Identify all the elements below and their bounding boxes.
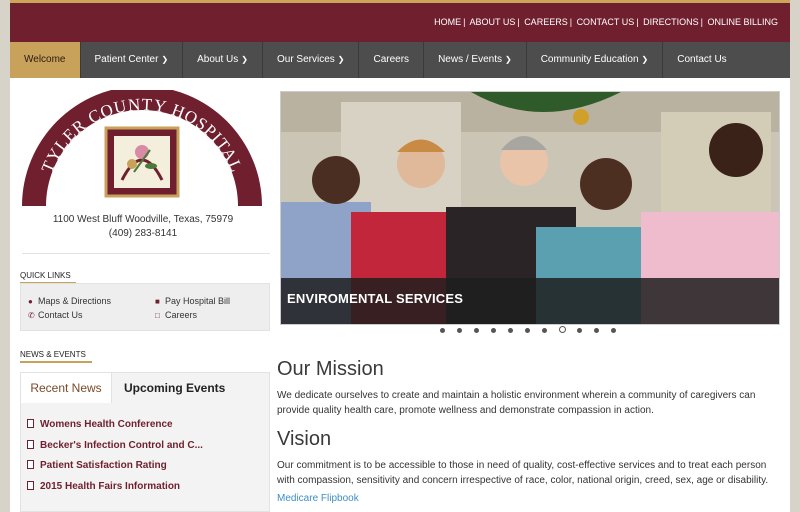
quick-link-pay-bill[interactable]: ■ Pay Hospital Bill	[155, 296, 230, 306]
chevron-down-icon: ❯	[504, 55, 512, 64]
nav-item-careers[interactable]: Careers	[359, 42, 425, 78]
mission-title: Our Mission	[277, 358, 384, 380]
map-pin-icon: ●	[28, 297, 33, 306]
news-item-label: Womens Health Conference	[40, 419, 173, 430]
credit-card-icon: ■	[155, 297, 160, 306]
slider-dot-active[interactable]	[559, 326, 566, 333]
document-icon	[27, 460, 34, 469]
nav-item-contact-us[interactable]: Contact Us	[663, 42, 740, 78]
quick-link-maps[interactable]: ● Maps & Directions	[28, 296, 111, 306]
chevron-down-icon: ❯	[241, 55, 248, 64]
slider-dot[interactable]	[491, 328, 496, 333]
nav-item-about-us[interactable]: About Us ❯	[183, 42, 263, 78]
document-icon	[27, 419, 34, 428]
mission-text: We dedicate ourselves to create and main…	[277, 390, 756, 416]
slider-dot[interactable]	[594, 328, 599, 333]
document-icon: □	[155, 311, 160, 320]
chevron-down-icon: ❯	[641, 55, 649, 64]
phone-number: (409) 283-8141	[108, 228, 178, 239]
nav-label: Patient Center	[94, 54, 159, 65]
nav-label: Careers	[373, 54, 410, 65]
separator: |	[463, 17, 466, 27]
separator: |	[517, 17, 520, 27]
hospital-logo[interactable]: TYLER COUNTY HOSPITAL	[22, 86, 262, 208]
top-link-careers[interactable]: CAREERS	[524, 17, 568, 27]
quick-link-careers[interactable]: □ Careers	[155, 310, 197, 320]
slide-caption-text: ENVIROMENTAL SERVICES	[287, 291, 464, 306]
document-icon	[27, 440, 34, 449]
top-link-online-billing[interactable]: ONLINE BILLING	[707, 17, 778, 27]
news-events-panel: Recent News Upcoming Events Womens Healt…	[20, 372, 270, 512]
tab-recent-news[interactable]: Recent News	[21, 373, 112, 403]
quick-link-label: Contact Us	[38, 310, 83, 320]
slider-dot[interactable]	[611, 328, 616, 333]
nav-label: Welcome	[24, 54, 66, 65]
top-links: HOME | ABOUT US | CAREERS | CONTACT US | DIR…	[434, 17, 778, 27]
slider-dot[interactable]	[542, 328, 547, 333]
quick-links-title: QUICK LINKS	[20, 271, 71, 280]
quick-link-label: Careers	[165, 310, 198, 320]
news-events-title: NEWS & EVENTS	[20, 350, 86, 359]
news-item[interactable]: 2015 Health Fairs Information	[27, 481, 180, 492]
page: HOME | ABOUT US | CAREERS | CONTACT US | DIR…	[10, 0, 790, 512]
slider-dot[interactable]	[457, 328, 462, 333]
nav-label: Our Services	[276, 54, 335, 65]
top-bar: HOME | ABOUT US | CAREERS | CONTACT US | DIR…	[10, 0, 790, 42]
nav-item-community-education[interactable]: Community Education ❯	[527, 42, 664, 78]
top-link-home[interactable]: HOME	[434, 17, 461, 27]
nav-label: News / Events	[438, 54, 502, 65]
logo-graphic: TYLER COUNTY HOSPITAL	[22, 86, 262, 206]
news-item-label: Becker's Infection Control and C...	[40, 440, 203, 451]
top-link-contact[interactable]: CONTACT US	[577, 17, 635, 27]
separator: |	[700, 17, 703, 27]
vision-text: Our commitment is to be accessible to th…	[277, 460, 769, 486]
nav-item-our-services[interactable]: Our Services ❯	[263, 42, 360, 78]
tab-upcoming-events[interactable]: Upcoming Events	[124, 373, 225, 403]
slider-dot[interactable]	[577, 328, 582, 333]
quick-links-panel: ● Maps & Directions ■ Pay Hospital Bill ✆ C…	[20, 283, 270, 331]
slider-dot[interactable]	[525, 328, 530, 333]
news-item[interactable]: Patient Satisfaction Rating	[27, 460, 167, 471]
medicare-flipbook-link[interactable]: Medicare Flipbook	[277, 493, 359, 504]
chevron-down-icon: ❯	[161, 55, 169, 64]
quick-link-label: Maps & Directions	[38, 296, 112, 306]
phone-icon: ✆	[28, 311, 35, 320]
nav-item-welcome[interactable]: Welcome	[10, 42, 81, 78]
nav-item-patient-center[interactable]: Patient Center ❯	[81, 42, 184, 78]
address-line: 1100 West Bluff Woodville, Texas, 75979	[52, 214, 234, 225]
separator: |	[569, 17, 573, 27]
main-nav: Welcome Patient Center ❯ About Us ❯ Our Se…	[10, 42, 790, 78]
nav-label: Community Education	[540, 54, 639, 65]
top-link-about[interactable]: ABOUT US	[469, 17, 515, 27]
document-icon	[27, 481, 34, 490]
separator: |	[636, 17, 639, 27]
quick-link-contact[interactable]: ✆ Contact Us	[28, 310, 83, 320]
nav-label: Contact Us	[677, 54, 727, 65]
quick-link-label: Pay Hospital Bill	[165, 296, 231, 306]
slider-dot[interactable]	[508, 328, 513, 333]
slide-caption: ENVIROMENTAL SERVICES	[281, 278, 779, 324]
vision-title: Vision	[277, 428, 332, 450]
news-item[interactable]: Womens Health Conference	[27, 419, 173, 430]
nav-item-news-events[interactable]: News / Events ❯	[424, 42, 527, 78]
slider-dot[interactable]	[474, 328, 479, 333]
slider-dot[interactable]	[440, 328, 445, 333]
heading-underline	[20, 361, 92, 363]
chevron-down-icon: ❯	[337, 55, 345, 64]
news-item[interactable]: Becker's Infection Control and C...	[27, 440, 203, 451]
image-slider[interactable]: ENVIROMENTAL SERVICES	[280, 91, 780, 325]
news-events-heading: NEWS & EVENTS	[20, 350, 92, 363]
top-link-directions[interactable]: DIRECTIONS	[643, 17, 699, 27]
news-item-label: Patient Satisfaction Rating	[40, 460, 167, 471]
nav-label: About Us	[197, 54, 239, 65]
divider	[22, 253, 270, 254]
news-item-label: 2015 Health Fairs Information	[40, 481, 181, 492]
hospital-address: 1100 West Bluff Woodville, Texas, 75979 …	[22, 213, 264, 241]
